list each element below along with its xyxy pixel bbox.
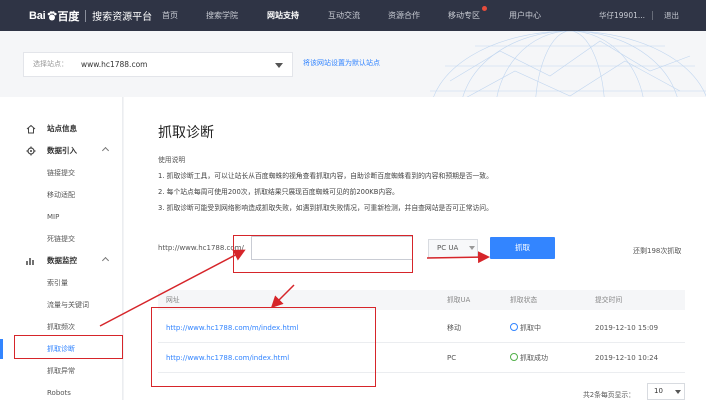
- status-badge: 抓取成功: [510, 343, 548, 373]
- status-text: 抓取成功: [520, 354, 548, 362]
- total-count: 共2条: [583, 391, 601, 399]
- user-divider: [652, 11, 653, 20]
- url-path-input[interactable]: [251, 236, 413, 260]
- ua-select[interactable]: PC UA: [428, 239, 478, 258]
- sidebar-group-data-monitor[interactable]: 数据监控: [0, 251, 123, 271]
- usage-line: 2. 每个站点每周可使用200次，抓取结果只展现百度蜘蛛可见的前200KB内容。: [158, 188, 399, 196]
- nav-user-center[interactable]: 用户中心: [509, 0, 541, 31]
- row-url-link[interactable]: http://www.hc1788.com/m/index.html: [166, 313, 298, 343]
- usage-line: 1. 抓取诊断工具，可以让站长从百度蜘蛛的视角查看抓取内容，自助诊断百度蜘蛛看到…: [158, 172, 493, 180]
- row-ua: PC: [447, 354, 457, 362]
- fetch-button[interactable]: 抓取: [490, 237, 555, 259]
- usage-title: 使用说明: [158, 156, 186, 164]
- nav-cooperation[interactable]: 资源合作: [388, 0, 420, 31]
- row-url-link[interactable]: http://www.hc1788.com/index.html: [166, 343, 289, 373]
- status-text: 抓取中: [520, 324, 541, 332]
- sidebar-item-crawl-frequency[interactable]: 抓取频次: [0, 317, 123, 337]
- per-page-label: 每页显示：: [601, 391, 635, 399]
- sidebar-group-label: 站点信息: [47, 124, 77, 133]
- check-icon: [510, 353, 518, 361]
- chevron-down-icon: [675, 390, 681, 394]
- row-time: 2019-12-10 10:24: [595, 354, 659, 362]
- nav-site-support[interactable]: 网站支持: [267, 0, 299, 31]
- column-header-time: 提交时间: [595, 296, 623, 304]
- sidebar-item-traffic[interactable]: 流量与关键词: [0, 295, 123, 315]
- sidebar-item-crawl-errors[interactable]: 抓取异常: [0, 361, 123, 381]
- site-selector-value: www.hc1788.com: [81, 60, 148, 69]
- sidebar: 站点信息 数据引入 链接提交 移动适配 MIP 死链提交 数据监控 索引量 流量…: [0, 97, 123, 400]
- site-selector-band: 选择站点： www.hc1788.com 将该网站设置为默认站点: [0, 31, 706, 97]
- chevron-down-icon: [275, 63, 283, 68]
- site-selector-label: 选择站点：: [33, 60, 68, 68]
- gear-icon: [26, 146, 36, 156]
- username[interactable]: 华仔19901...: [599, 0, 645, 31]
- column-header-url: 网址: [166, 296, 180, 304]
- new-badge: [482, 6, 487, 11]
- table-row: http://www.hc1788.com/index.html PC 抓取成功…: [158, 343, 685, 373]
- per-page-value: 10: [654, 387, 663, 395]
- per-page-select[interactable]: 10: [647, 383, 685, 400]
- sidebar-group-label: 数据引入: [47, 146, 77, 155]
- row-ua: 移动: [447, 324, 461, 332]
- logout-link[interactable]: 退出: [664, 0, 679, 31]
- table-header: 网址 抓取UA 抓取状态 提交时间: [158, 290, 685, 310]
- ua-select-value: PC UA: [437, 244, 459, 252]
- sidebar-item-link-submit[interactable]: 链接提交: [0, 163, 123, 183]
- sidebar-item-index[interactable]: 索引量: [0, 273, 123, 293]
- sidebar-group-data-import[interactable]: 数据引入: [0, 141, 123, 161]
- sidebar-group-site-info[interactable]: 站点信息: [0, 119, 123, 139]
- site-selector[interactable]: 选择站点： www.hc1788.com: [23, 52, 293, 77]
- chevron-down-icon: [469, 246, 475, 250]
- nav-mobile[interactable]: 移动专区: [448, 0, 480, 31]
- sidebar-item-deadlink[interactable]: 死链提交: [0, 229, 123, 249]
- main-panel: 抓取诊断 使用说明 1. 抓取诊断工具，可以让站长从百度蜘蛛的视角查看抓取内容，…: [124, 97, 706, 400]
- clock-icon: [510, 323, 518, 331]
- url-prefix: http://www.hc1788.com/: [158, 244, 244, 252]
- nav-academy[interactable]: 搜索学院: [206, 0, 238, 31]
- main-nav: 首页 搜索学院 网站支持 互动交流 资源合作 移动专区 用户中心 华仔19901…: [0, 0, 706, 31]
- column-header-status: 抓取状态: [510, 296, 538, 304]
- chevron-up-icon: [101, 256, 110, 265]
- home-icon: [26, 124, 36, 134]
- status-badge: 抓取中: [510, 313, 541, 343]
- page-title: 抓取诊断: [158, 125, 214, 141]
- chart-icon: [26, 258, 34, 265]
- row-time: 2019-12-10 15:09: [595, 324, 659, 332]
- sidebar-item-mip[interactable]: MIP: [0, 207, 123, 227]
- usage-line: 3. 抓取诊断可能受到网络影响造成抓取失败，如遇到抓取失败情况，可重新检测，并自…: [158, 204, 493, 212]
- nav-community[interactable]: 互动交流: [328, 0, 360, 31]
- column-header-ua: 抓取UA: [447, 296, 471, 304]
- sidebar-item-mobile-adapt[interactable]: 移动适配: [0, 185, 123, 205]
- sidebar-item-crawl-diagnosis[interactable]: 抓取诊断: [0, 339, 123, 359]
- nav-home[interactable]: 首页: [162, 0, 178, 31]
- set-default-site-link[interactable]: 将该网站设置为默认站点: [303, 58, 380, 68]
- chevron-up-icon: [101, 146, 110, 155]
- remaining-count: 还剩198次抓取: [633, 247, 682, 255]
- sidebar-item-robots[interactable]: Robots: [0, 383, 123, 400]
- table-row: http://www.hc1788.com/m/index.html 移动 抓取…: [158, 313, 685, 343]
- globe-decoration: [430, 31, 706, 97]
- sidebar-group-label: 数据监控: [47, 256, 77, 265]
